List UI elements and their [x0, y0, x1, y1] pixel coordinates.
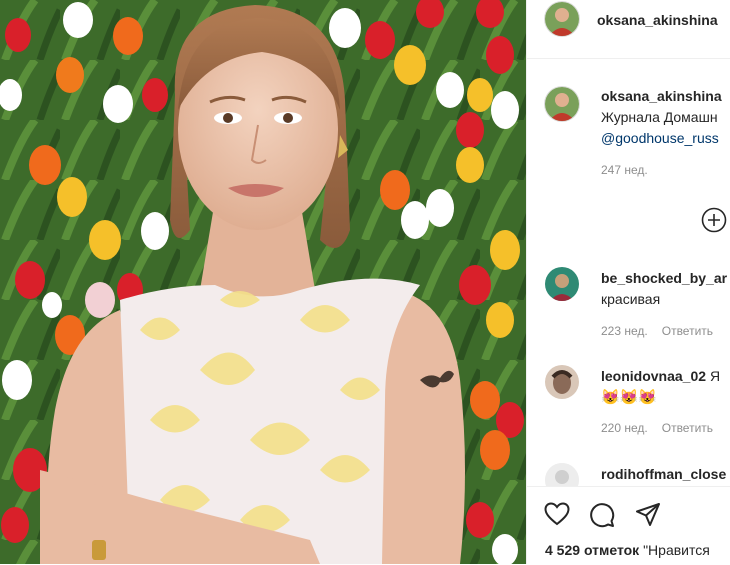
heart-icon[interactable]: [544, 502, 570, 531]
comment-line: leonidovnaa_02 Я: [601, 368, 720, 384]
comment-username[interactable]: be_shocked_by_ar: [601, 270, 727, 286]
plus-circle-icon[interactable]: [701, 207, 727, 238]
commenter-avatar[interactable]: [545, 267, 579, 301]
comment-text: красивая: [601, 291, 661, 307]
post-side-panel: oksana_akinshina oksana_akinshina Журнал…: [527, 0, 730, 565]
reply-button[interactable]: Ответить: [662, 324, 713, 338]
caption-time: 247 нед.: [601, 163, 648, 177]
portrait-image: [0, 0, 526, 564]
post-author-username[interactable]: oksana_akinshina: [597, 12, 718, 28]
caption-username[interactable]: oksana_akinshina: [601, 88, 722, 104]
post-photo[interactable]: [0, 0, 526, 564]
likes-label: отметок: [583, 542, 640, 558]
post-actions-bar: 4 529 отметок "Нравится: [527, 486, 730, 565]
post-header: oksana_akinshina: [527, 0, 730, 59]
profile-avatar-icon[interactable]: [545, 2, 579, 36]
caption-text: Журнала Домашн: [601, 109, 718, 125]
caption-mention-link[interactable]: @goodhouse_russ: [601, 130, 719, 146]
comment-icon[interactable]: [589, 502, 615, 533]
reply-button[interactable]: Ответить: [662, 421, 713, 435]
caption-avatar-icon[interactable]: [545, 87, 579, 121]
likes-count[interactable]: 4 529 отметок "Нравится: [545, 542, 710, 558]
comment-username[interactable]: leonidovnaa_02: [601, 368, 706, 384]
likes-suffix: "Нравится: [643, 542, 710, 558]
comment-emojis: 😻😻😻: [601, 389, 658, 406]
comment-meta: 223 нед. Ответить: [601, 324, 713, 338]
likes-number: 4 529: [545, 542, 581, 558]
comment-meta: 220 нед. Ответить: [601, 421, 713, 435]
comment-username[interactable]: rodihoffman_close: [601, 466, 726, 482]
comment-time: 223 нед.: [601, 324, 648, 338]
comment-text-suffix: Я: [709, 368, 721, 384]
share-icon[interactable]: [635, 502, 661, 533]
comment-time: 220 нед.: [601, 421, 648, 435]
commenter-avatar[interactable]: [545, 365, 579, 399]
